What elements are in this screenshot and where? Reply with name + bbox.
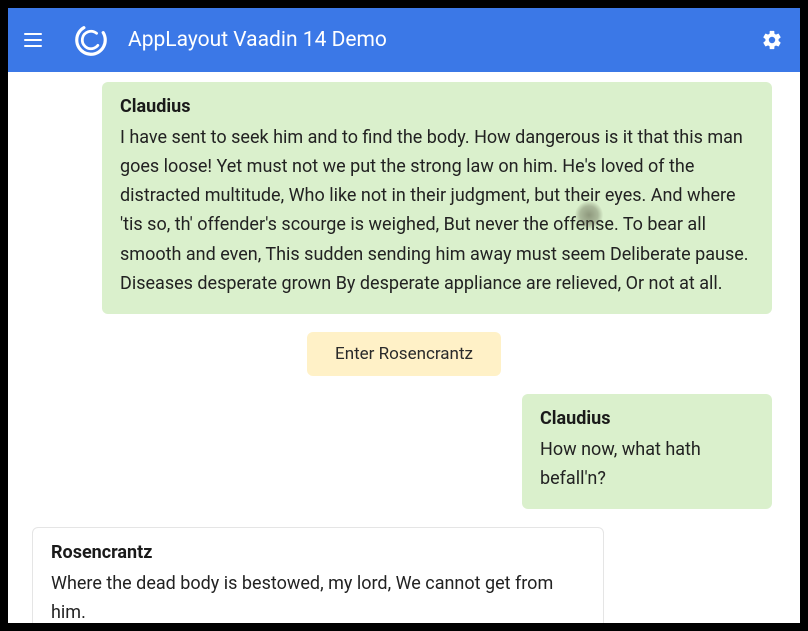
page-title: AppLayout Vaadin 14 Demo xyxy=(128,28,760,52)
speaker-name: Claudius xyxy=(120,96,754,117)
gear-icon[interactable] xyxy=(760,28,784,52)
chat-content: Claudius I have sent to seek him and to … xyxy=(8,72,800,623)
chat-bubble: Claudius How now, what hath befall'n? xyxy=(522,394,772,509)
speech-line: How now, what hath befall'n? xyxy=(540,435,754,493)
speaker-name: Rosencrantz xyxy=(51,542,585,563)
app-logo xyxy=(72,21,110,59)
menu-icon[interactable] xyxy=(24,28,48,52)
stage-text: Enter Rosencrantz xyxy=(335,344,473,364)
speaker-name: Claudius xyxy=(540,408,754,429)
speech-line: Where the dead body is bestowed, my lord… xyxy=(51,569,585,623)
app-window: AppLayout Vaadin 14 Demo Claudius I have… xyxy=(8,8,800,623)
top-navbar: AppLayout Vaadin 14 Demo xyxy=(8,8,800,72)
chat-bubble: Rosencrantz Where the dead body is besto… xyxy=(32,527,604,623)
stage-direction: Enter Rosencrantz xyxy=(307,332,501,376)
speech-line: I have sent to seek him and to find the … xyxy=(120,123,754,298)
chat-bubble: Claudius I have sent to seek him and to … xyxy=(102,82,772,314)
